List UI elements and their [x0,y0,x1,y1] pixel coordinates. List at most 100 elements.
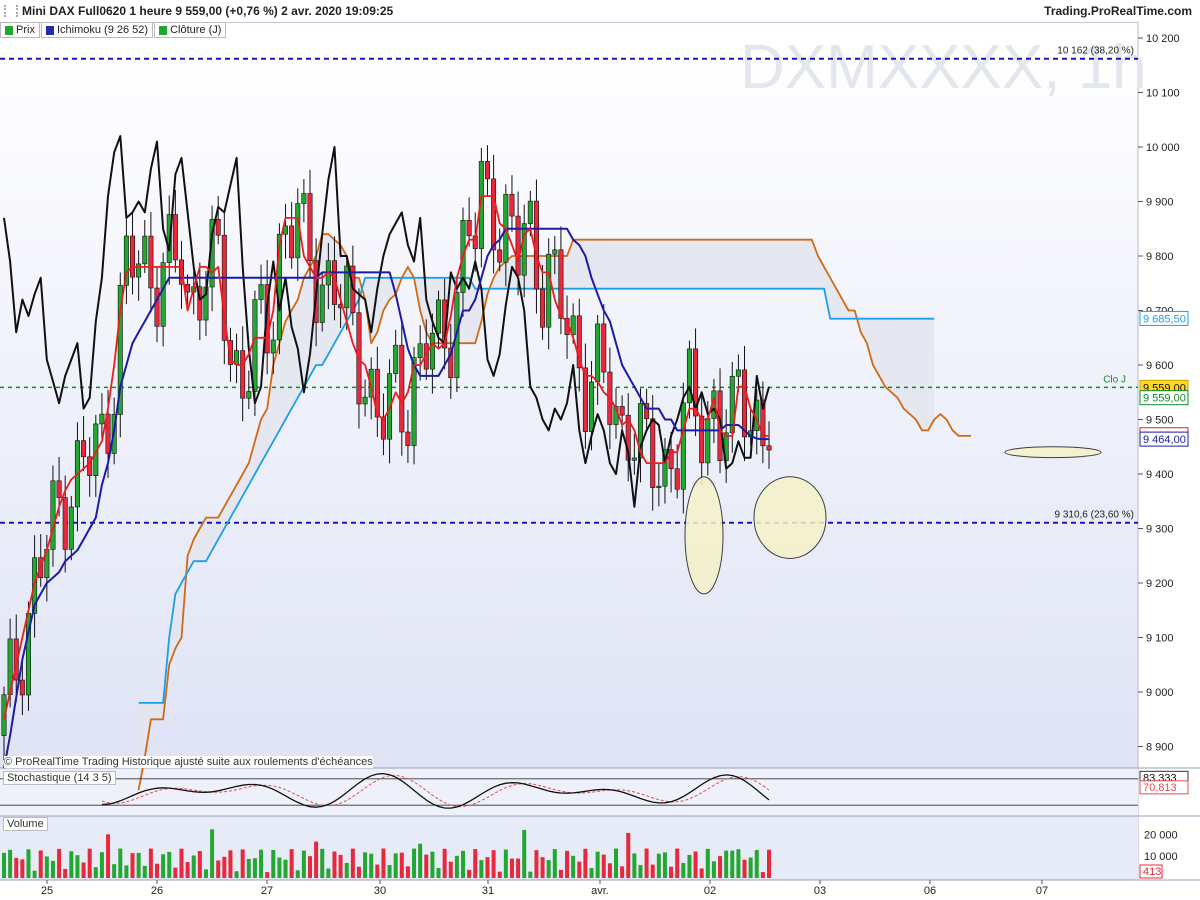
volume-bar [626,832,631,878]
x-tick-label: 06 [924,885,936,897]
candle-up [393,344,399,374]
volume-bar [283,859,288,878]
candle-down [185,284,191,293]
volume-bar [552,849,557,878]
volume-bar [650,864,655,878]
candle-down [19,679,25,696]
highlight-ellipse [684,476,724,595]
volume-bar [546,860,551,878]
candle-up [142,235,148,265]
candle-up [521,223,527,276]
y-tick-label: 10 100 [1146,88,1180,100]
candle-down [215,219,221,236]
volume-bar [124,865,129,878]
volume-bar [295,870,300,878]
volume-bar [497,871,502,878]
volume-bar [99,852,104,878]
volume-bar [754,849,759,878]
volume-bar [2,852,6,878]
volume-bar [106,834,111,878]
candle-down [172,214,178,261]
volume-bar [197,851,202,878]
volume-bar [528,871,533,878]
volume-bar [681,862,686,878]
y-tick-label: 9 900 [1146,197,1174,209]
volume-bar [485,857,490,878]
volume-bar [607,863,612,878]
volume-bar [161,854,166,878]
volume-bar [479,860,484,878]
volume-bar [509,858,514,878]
volume-bar [210,829,215,878]
candle-down [62,497,68,550]
volume-bar [118,848,123,878]
candle-up [552,249,558,255]
volume-bar [112,864,117,878]
stoch-d-value: 70,813 [1143,782,1177,794]
volume-bar [38,850,43,878]
x-tick-label: 30 [374,885,386,897]
volume-bar [656,853,661,878]
volume-bar [589,868,594,878]
volume-bar [436,868,441,878]
volume-bar [252,858,257,878]
volume-bar [222,856,227,878]
candle-up [252,299,258,392]
volume-bar [26,849,31,878]
volume-bar [308,856,312,878]
candle-up [301,193,307,204]
y-tick-label: 9 600 [1146,360,1174,372]
x-tick-label: 31 [482,885,494,897]
volume-bar [669,866,674,878]
volume-bar [81,862,86,878]
volume-bar [57,848,62,878]
volume-bar [301,850,306,878]
candle-down [582,367,588,432]
volume-bar [595,851,600,878]
volume-bar [571,855,576,878]
volume-bar [363,852,368,878]
volume-bar [387,865,392,878]
candle-down [742,369,748,438]
volume-bar [259,849,264,878]
y-tick-label: 10 000 [1146,142,1180,154]
volume-tick-label: 10 000 [1144,851,1178,863]
volume-bar [14,857,19,878]
volume-bar [50,860,55,878]
volume-bar [320,848,325,878]
stochastic-label[interactable]: Stochastique (14 3 5) [3,771,116,785]
x-tick-label: 07 [1036,885,1048,897]
volume-label[interactable]: Volume [3,817,48,831]
volume-bar [675,848,680,878]
volume-bar [203,869,208,878]
candle-up [99,413,105,425]
volume-bar [344,862,349,878]
volume-bar [8,849,13,878]
volume-bar [583,848,588,878]
y-tick-label: 9 500 [1146,415,1174,427]
candle-down [240,350,246,399]
volume-bar [718,856,723,878]
candle-down [674,468,680,490]
volume-bar [289,849,294,878]
candle-up [429,332,435,370]
volume-bar [240,849,245,878]
candle-up [50,480,56,550]
y-tick-label: 9 200 [1146,578,1174,590]
volume-bar [448,861,453,878]
volume-bar [705,848,710,878]
volume-bar [356,866,361,878]
volume-bar [614,848,618,878]
volume-bar [32,870,37,878]
volume-bar [326,868,331,878]
volume-bar [338,854,343,878]
volume-bar [454,855,459,878]
volume-bar [760,872,765,878]
volume-bar [246,858,251,878]
y-tick-label: 8 900 [1146,742,1174,754]
y-tick-label: 9 300 [1146,524,1174,536]
volume-bar [277,857,282,878]
volume-bar [473,849,478,878]
volume-bar [503,849,508,878]
candle-up [234,350,240,365]
